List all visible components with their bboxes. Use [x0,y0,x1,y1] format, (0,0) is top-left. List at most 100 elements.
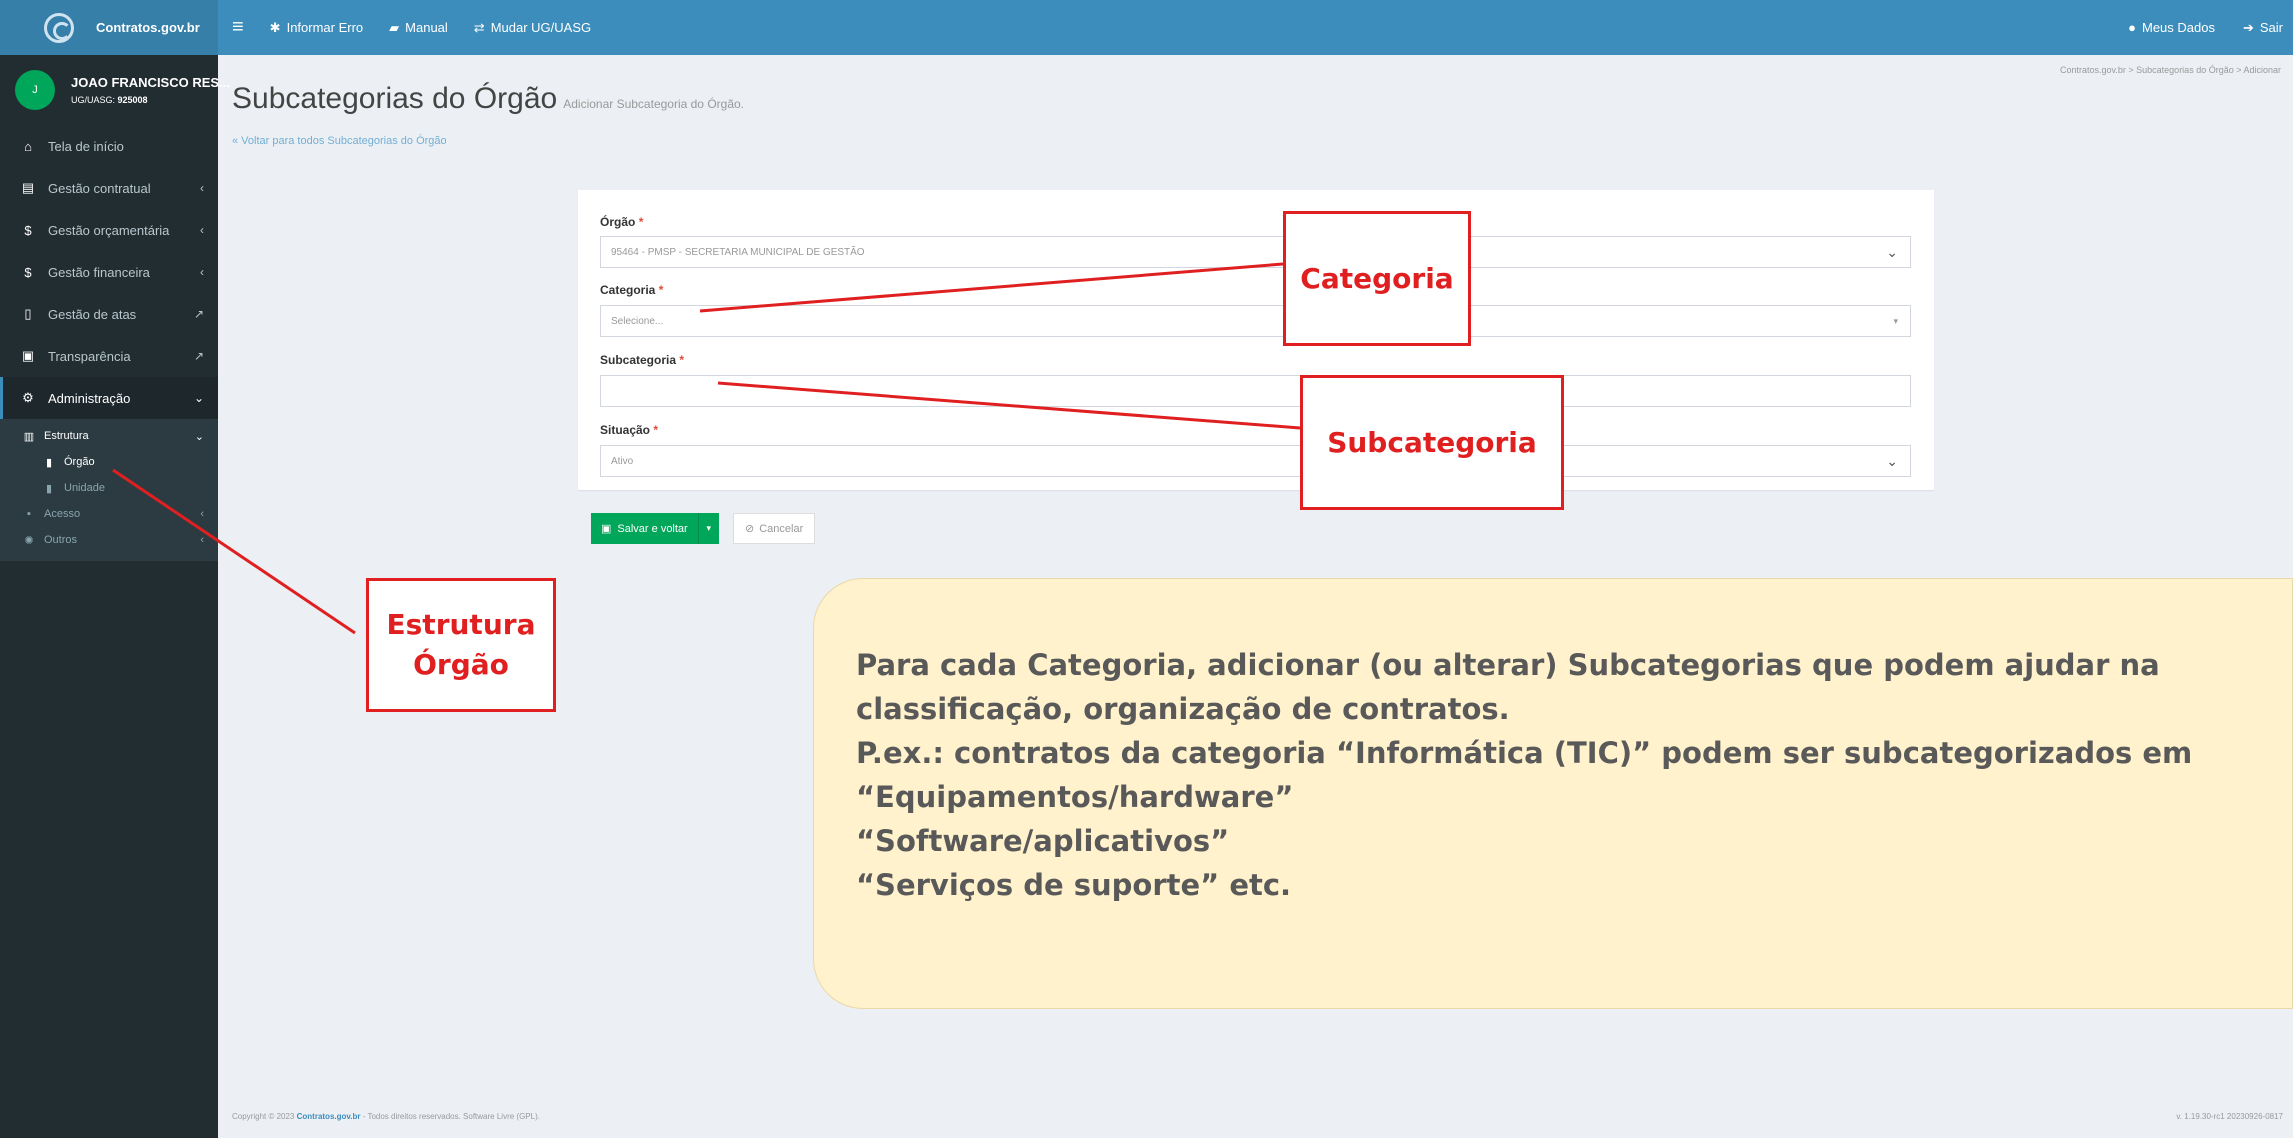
cancel-button-label: Cancelar [759,522,804,535]
sidebar-item-administration[interactable]: ⚙ Administração ⌄ [0,377,218,419]
chevron-left-icon: ‹ [200,181,204,195]
caret-down-icon: ▾ [1893,315,1898,326]
categoria-placeholder: Selecione... [611,315,664,327]
sidebar-item-contract-management[interactable]: ▤ Gestão contratual ‹ [0,167,218,209]
categoria-select[interactable]: Selecione... ▾ [600,305,1911,337]
categoria-label: Categoria * [600,283,664,297]
sidebar-item-label: Gestão financeira [48,264,150,280]
sidebar-item-unit[interactable]: ▮ Unidade [0,475,218,501]
building-icon: ▮ [45,482,53,495]
save-button-label: Salvar e voltar [617,522,688,535]
orgao-select-value: 95464 - PMSP - SECRETARIA MUNICIPAL DE G… [611,246,865,258]
note-line: Para cada Categoria, adicionar (ou alter… [856,648,2160,682]
note-line: P.ex.: contratos da categoria “Informáti… [856,736,2193,770]
subcategoria-callout: Subcategoria [1300,375,1564,510]
categoria-callout: Categoria [1283,211,1471,346]
sidebar-item-financial-management[interactable]: $ Gestão financeira ‹ [0,251,218,293]
situacao-select[interactable]: Ativo ⌄ [600,445,1911,477]
user-ug: UG/UASG: 925008 [71,95,148,105]
user-panel: J JOAO FRANCISCO RES... UG/UASG: 925008 [0,55,230,125]
sidebar-item-home[interactable]: ⌂ Tela de início [0,125,218,167]
sidebar-item-structure[interactable]: ▥ Estrutura ⌄ [0,423,218,449]
brand-link[interactable]: Contratos.gov.br [0,0,218,55]
subcategoria-label: Subcategoria * [600,353,685,367]
manual-label: Manual [405,20,448,35]
page-title-text: Subcategorias do Órgão [232,82,558,115]
footer-copyright: Copyright © 2023 Contratos.gov.br - Todo… [232,1112,540,1121]
logout-label: Sair [2259,20,2283,35]
external-link-icon: ↗ [193,307,204,321]
callout-line: Estrutura [386,608,536,641]
estrutura-orgao-callout: Estrutura Órgão [366,578,556,712]
book-icon: ▰ [389,19,400,35]
logout-link[interactable]: ➔ Sair [2243,20,2283,36]
sign-out-icon: ➔ [2242,19,2254,35]
sidebar-toggle-icon[interactable]: ≡ [232,16,244,39]
sidebar-item-transparency[interactable]: ▣ Transparência ↗ [0,335,218,377]
building-icon: ▮ [45,456,53,469]
sidebar-item-access[interactable]: ▪ Acesso ‹ [0,501,218,527]
chevron-down-icon: ⌄ [193,391,204,405]
explanation-note: Para cada Categoria, adicionar (ou alter… [813,578,2293,1009]
back-to-list-link[interactable]: « Voltar para todos Subcategorias do Órg… [232,135,447,147]
chevron-left-icon: ‹ [200,508,204,520]
report-error-label: Informar Erro [286,20,364,35]
breadcrumb[interactable]: Contratos.gov.br > Subcategorias do Órgã… [2060,65,2281,75]
footer-brand-link[interactable]: Contratos.gov.br [297,1112,361,1121]
orgao-label: Órgão * [600,215,644,229]
my-data-link[interactable]: ● Meus Dados [2128,20,2215,36]
situacao-select-value: Ativo [611,455,634,467]
sidebar-item-label: Tela de início [48,138,124,154]
manual-link[interactable]: ▰ Manual [389,20,448,36]
caret-down-icon: ▾ [706,523,711,533]
change-ug-label: Mudar UG/UASG [490,20,592,35]
sidebar-item-organ[interactable]: ▮ Órgão [0,449,218,475]
brand-name: Contratos.gov.br [96,20,200,35]
page-subtitle: Adicionar Subcategoria do Órgão. [563,97,744,111]
orgao-select[interactable]: 95464 - PMSP - SECRETARIA MUNICIPAL DE G… [600,236,1911,268]
change-ug-link[interactable]: ⇄ Mudar UG/UASG [474,20,591,36]
form-box: Órgão * 95464 - PMSP - SECRETARIA MUNICI… [578,190,1934,490]
ban-icon: ⊘ [745,523,755,535]
sidebar: J JOAO FRANCISCO RES... UG/UASG: 925008 … [0,55,230,1138]
save-options-dropdown[interactable]: ▾ [698,513,719,544]
administration-submenu: ▥ Estrutura ⌄ ▮ Órgão ▮ Unidade ▪ Acesso… [0,419,218,561]
institution-icon: ▥ [23,430,35,443]
user-circle-icon: ● [2128,20,2136,35]
chevron-down-icon: ⌄ [194,430,204,443]
note-line: “Software/aplicativos” [856,824,1230,858]
chevron-left-icon: ‹ [200,223,204,237]
external-link-icon: ↗ [193,349,204,363]
top-navbar: Contratos.gov.br ≡ ✱ Informar Erro ▰ Man… [0,0,2293,55]
brand-logo-icon [44,12,74,43]
avatar: J [15,70,55,110]
sidebar-item-minutes-management[interactable]: ▯ Gestão de atas ↗ [0,293,218,335]
sidebar-item-budget-management[interactable]: $ Gestão orçamentária ‹ [0,209,218,251]
sidebar-item-label: Estrutura [44,430,89,442]
chevron-left-icon: ‹ [200,265,204,279]
dollar-icon: $ [24,222,32,238]
bug-icon: ✱ [269,19,281,35]
subcategoria-input[interactable] [600,375,1911,407]
sidebar-item-label: Órgão [64,456,95,468]
sidebar-item-label: Administração [48,390,131,406]
user-name: JOAO FRANCISCO RES... [71,75,230,90]
exchange-icon: ⇄ [473,19,485,35]
sidebar-item-others[interactable]: ✺ Outros ‹ [0,527,218,553]
lock-icon: ▪ [27,508,31,520]
chevron-down-icon: ⌄ [1886,243,1898,260]
note-line: “Equipamentos/hardware” [856,780,1294,814]
my-data-label: Meus Dados [2141,20,2215,35]
callout-line: Órgão [413,648,509,681]
chevron-down-icon: ⌄ [1886,452,1898,469]
save-and-return-button[interactable]: ▣ Salvar e voltar [591,513,699,544]
report-error-link[interactable]: ✱ Informar Erro [270,20,363,36]
cogs-icon: ⚙ [22,390,34,405]
page-title: Subcategorias do Órgão Adicionar Subcateg… [232,82,744,116]
footer-version: v. 1.19.30-rc1 20230926-0817 [2176,1112,2283,1121]
situacao-label: Situação * [600,423,659,437]
file-text-icon: ▤ [21,180,35,195]
sidebar-item-label: Gestão contratual [48,180,151,196]
cancel-button[interactable]: ⊘ Cancelar [733,513,816,544]
save-button-group: ▣ Salvar e voltar ▾ [591,513,719,544]
